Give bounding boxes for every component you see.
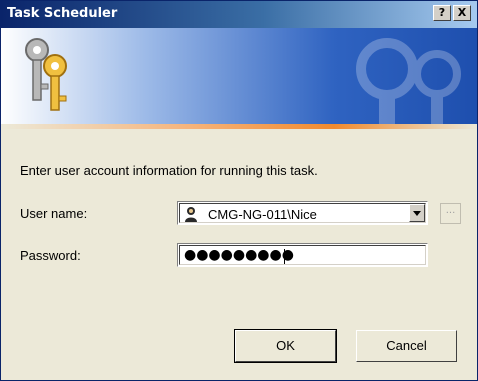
instruction-text: Enter user account information for runni… — [20, 163, 318, 178]
task-scheduler-dialog: Task Scheduler ? X Enter user account in… — [0, 0, 478, 381]
window-title: Task Scheduler — [7, 6, 118, 21]
keys-watermark-icon — [356, 38, 461, 124]
user-name-combobox[interactable]: CMG-NG-011\Nice — [177, 201, 428, 225]
header-banner — [1, 28, 477, 124]
user-name-value: CMG-NG-011\Nice — [208, 207, 317, 222]
user-name-label: User name: — [20, 206, 88, 221]
user-account-icon — [185, 207, 197, 222]
browse-user-button[interactable]: ... — [440, 203, 461, 224]
password-field-frame: ●●●●●●●●● — [179, 245, 426, 265]
text-caret — [284, 249, 285, 264]
ok-button[interactable]: OK — [234, 329, 337, 363]
help-button[interactable]: ? — [433, 5, 451, 21]
cancel-button[interactable]: Cancel — [356, 330, 457, 362]
banner-divider — [1, 124, 477, 129]
keys-icon — [25, 38, 67, 111]
title-bar[interactable]: Task Scheduler ? X — [1, 1, 477, 28]
user-name-combobox-frame: CMG-NG-011\Nice — [179, 203, 426, 223]
chevron-down-icon — [413, 211, 421, 216]
user-name-dropdown-button[interactable] — [409, 204, 425, 222]
password-mask: ●●●●●●●●● — [184, 247, 294, 263]
password-label: Password: — [20, 248, 81, 263]
close-button[interactable]: X — [453, 5, 471, 21]
password-field[interactable]: ●●●●●●●●● — [177, 243, 428, 267]
